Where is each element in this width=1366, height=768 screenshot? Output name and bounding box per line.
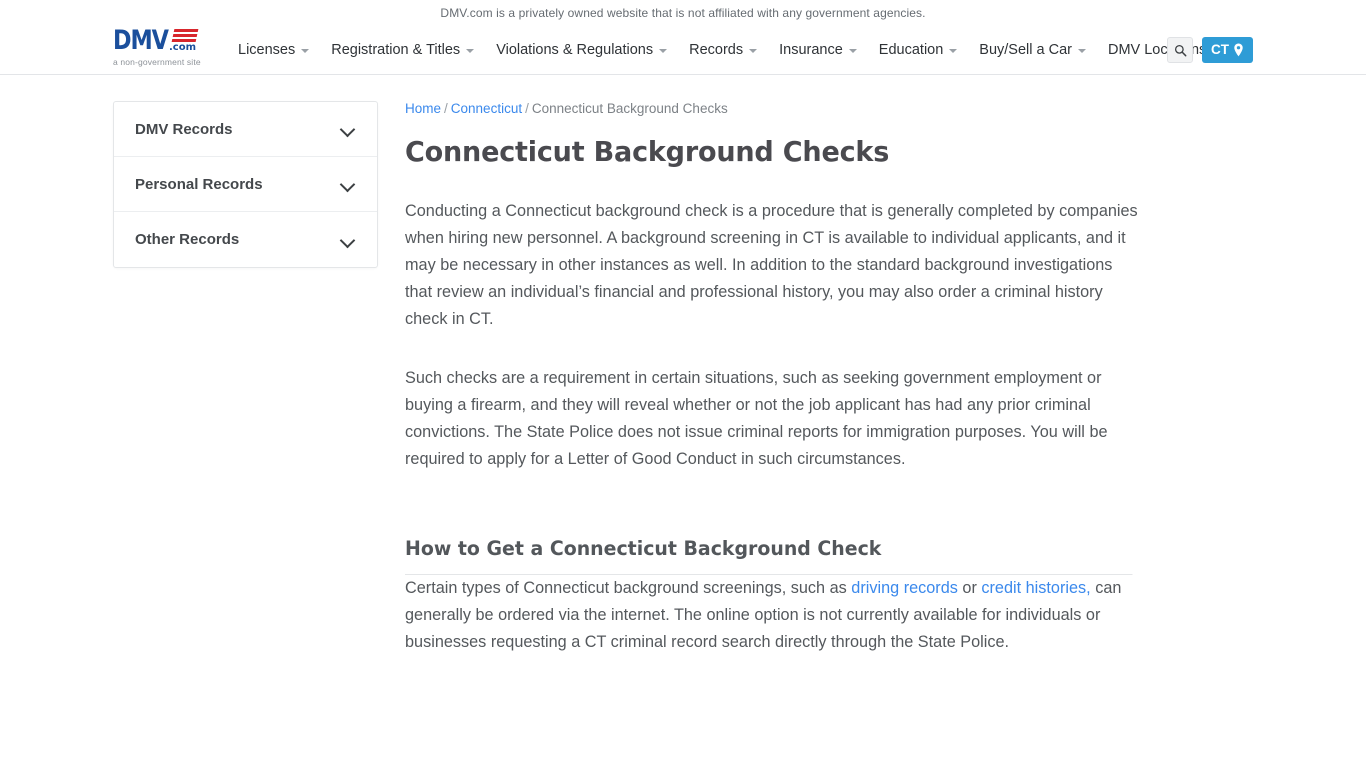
chevron-down-icon: [341, 122, 355, 136]
state-selector-button[interactable]: CT: [1202, 37, 1253, 63]
main-content: Home / Connecticut / Connecticut Background …: [405, 101, 1155, 688]
nav-item-registration-titles[interactable]: Registration & Titles: [320, 25, 485, 75]
page-body: DMV Records Personal Records Other Recor…: [0, 75, 1366, 688]
sidebar-item-label: DMV Records: [135, 120, 233, 138]
breadcrumb: Home / Connecticut / Connecticut Background …: [405, 101, 1155, 117]
breadcrumb-link-connecticut[interactable]: Connecticut: [451, 101, 522, 116]
chevron-down-icon: [659, 49, 668, 53]
how-to-text-part-2: or: [957, 579, 982, 598]
header-controls: CT: [1167, 25, 1253, 75]
nav-label: Registration & Titles: [331, 42, 461, 58]
logo-tagline: a non-government site: [113, 57, 201, 67]
sidebar-item-other-records[interactable]: Other Records: [114, 212, 377, 267]
breadcrumb-link-home[interactable]: Home: [405, 101, 441, 116]
link-credit-histories[interactable]: credit histories,: [981, 579, 1090, 597]
main-navigation: Licenses Registration & Titles Violation…: [238, 25, 1217, 75]
sidebar: DMV Records Personal Records Other Recor…: [113, 101, 378, 688]
flag-stripes-icon: [171, 29, 198, 42]
sidebar-item-label: Other Records: [135, 231, 240, 248]
section-heading-how-to-get: How to Get a Connecticut Background Chec…: [405, 537, 1133, 576]
nav-item-education[interactable]: Education: [868, 25, 969, 75]
page-title: Connecticut Background Checks: [405, 135, 890, 169]
nav-label: Records: [689, 42, 744, 58]
location-pin-icon: [1234, 43, 1243, 57]
chevron-down-icon: [341, 233, 355, 247]
site-header: DMV .com a non-government site Licenses …: [0, 25, 1366, 75]
site-logo[interactable]: DMV .com a non-government site: [113, 23, 223, 71]
link-driving-records[interactable]: driving records: [851, 579, 958, 597]
chevron-down-icon: [949, 49, 958, 53]
chevron-down-icon: [1077, 49, 1086, 53]
nav-item-licenses[interactable]: Licenses: [238, 25, 320, 75]
nav-item-violations-regulations[interactable]: Violations & Regulations: [485, 25, 678, 75]
sidebar-item-label: Personal Records: [135, 175, 263, 193]
chevron-down-icon: [848, 49, 857, 53]
nav-label: Licenses: [238, 42, 296, 58]
logo-graphic: DMV .com: [113, 27, 223, 54]
nav-item-buy-sell-a-car[interactable]: Buy/Sell a Car: [968, 25, 1097, 75]
chevron-down-icon: [749, 49, 758, 53]
breadcrumb-separator: /: [444, 101, 448, 116]
nav-label: Insurance: [779, 42, 843, 58]
chevron-down-icon: [466, 49, 475, 53]
logo-dotcom: .com: [169, 42, 197, 53]
breadcrumb-current: Connecticut Background Checks: [531, 101, 728, 116]
chevron-down-icon: [301, 49, 310, 53]
sidebar-item-dmv-records[interactable]: DMV Records: [114, 102, 377, 157]
logo-wordmark: DMV: [113, 25, 169, 56]
requirements-paragraph: Such checks are a requirement in certain…: [405, 368, 1108, 468]
sidebar-item-personal-records[interactable]: Personal Records: [114, 157, 377, 212]
nav-item-insurance[interactable]: Insurance: [768, 25, 868, 75]
disclaimer-bar: DMV.com is a privately owned website tha…: [0, 0, 1366, 25]
nav-label: Buy/Sell a Car: [979, 42, 1072, 58]
state-selector-label: CT: [1211, 42, 1229, 58]
intro-paragraph: Conducting a Connecticut background chec…: [405, 201, 1138, 328]
search-icon: [1174, 44, 1186, 56]
nav-item-records[interactable]: Records: [678, 25, 768, 75]
nav-label: Violations & Regulations: [496, 42, 654, 58]
breadcrumb-separator: /: [525, 101, 529, 116]
chevron-down-icon: [341, 177, 355, 191]
nav-label: Education: [878, 42, 944, 58]
how-to-paragraph: Certain types of Connecticut background …: [405, 575, 1144, 656]
how-to-text-part-1: Certain types of Connecticut background …: [405, 579, 852, 598]
records-accordion: DMV Records Personal Records Other Recor…: [113, 101, 378, 268]
disclaimer-text: DMV.com is a privately owned website tha…: [440, 5, 926, 20]
search-button[interactable]: [1167, 37, 1193, 63]
